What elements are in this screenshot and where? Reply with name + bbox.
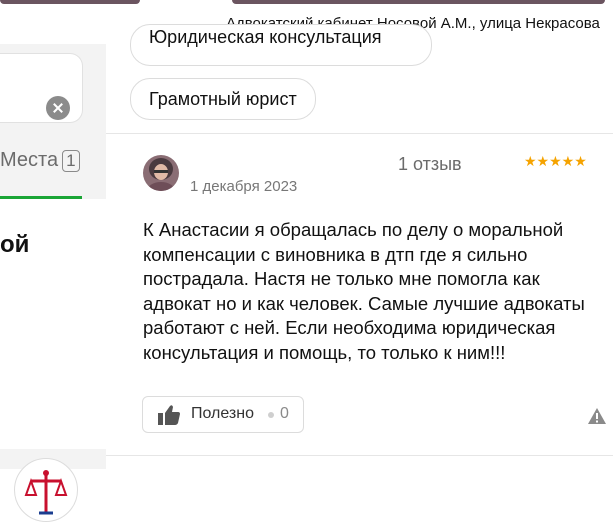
thumbs-up-icon bbox=[158, 405, 180, 425]
search-input[interactable] bbox=[0, 54, 82, 122]
organization-logo bbox=[14, 458, 78, 522]
clear-icon[interactable] bbox=[46, 96, 70, 120]
rating-stars: ★★★★★ bbox=[524, 153, 587, 169]
useful-label: Полезно bbox=[191, 405, 254, 422]
tab-places-label: Места bbox=[0, 149, 59, 171]
useful-count: 0 bbox=[280, 405, 289, 422]
divider bbox=[106, 455, 613, 456]
left-sidebar: Места 1 ой bbox=[0, 44, 106, 522]
tab-edge bbox=[0, 0, 140, 4]
report-icon[interactable] bbox=[587, 407, 607, 430]
divider bbox=[106, 133, 613, 134]
tab-edge bbox=[232, 0, 605, 4]
useful-button[interactable]: Полезно 0 bbox=[142, 396, 304, 433]
tag-competent-lawyer[interactable]: Грамотный юрист bbox=[130, 78, 316, 120]
review-date: 1 декабря 2023 bbox=[190, 178, 298, 195]
tab-places[interactable]: Места 1 bbox=[0, 149, 80, 172]
tag-legal-consultation[interactable]: Юридическая консультация bbox=[130, 24, 432, 66]
avatar[interactable] bbox=[143, 155, 179, 191]
author-reviews-count: 1 отзыв bbox=[398, 154, 462, 174]
result-title-fragment[interactable]: ой bbox=[0, 231, 29, 259]
separator-dot bbox=[268, 412, 274, 418]
review-text: К Анастасии я обращалась по делу о морал… bbox=[143, 219, 585, 363]
tab-places-count: 1 bbox=[62, 150, 80, 172]
